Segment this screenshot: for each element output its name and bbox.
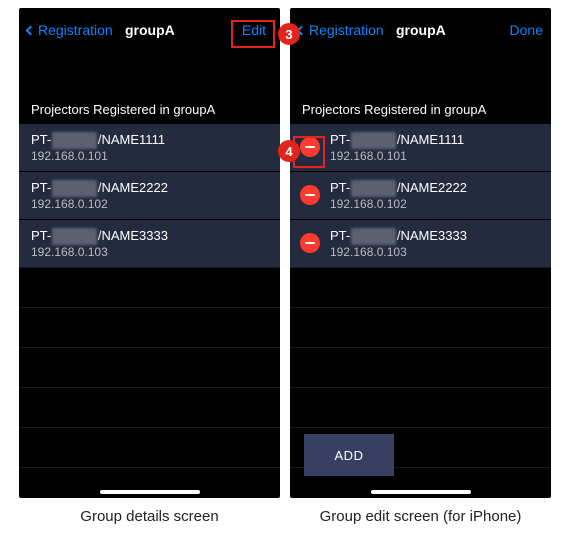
back-label: Registration <box>38 22 113 38</box>
list-item[interactable]: PT-RQ25K/NAME3333 192.168.0.103 <box>290 219 551 267</box>
annotation-4: 4 <box>278 140 300 162</box>
projector-name: PT-RQ25K/NAME3333 <box>31 228 168 245</box>
navbar: Registration groupA Edit <box>19 8 280 52</box>
group-edit-screen: Registration groupA Done Projectors Regi… <box>290 8 551 498</box>
navbar: Registration groupA Done <box>290 8 551 52</box>
chevron-left-icon <box>26 25 36 35</box>
projector-ip: 192.168.0.101 <box>31 149 165 163</box>
projector-name: PT-RQ25K/NAME2222 <box>330 180 467 197</box>
nav-title: groupA <box>113 22 187 38</box>
annotation-3: 3 <box>278 23 300 45</box>
section-header: Projectors Registered in groupA <box>290 94 551 123</box>
projector-name: PT-RQ25K/NAME2222 <box>31 180 168 197</box>
list-item[interactable]: PT-RQ25K/NAME1111 192.168.0.101 <box>290 123 551 171</box>
list-item[interactable]: PT-RQ25K/NAME2222 192.168.0.102 <box>19 171 280 219</box>
list-item[interactable]: PT-RQ25K/NAME3333 192.168.0.103 <box>19 219 280 267</box>
back-button[interactable]: Registration <box>298 22 384 38</box>
projector-name: PT-RQ25K/NAME3333 <box>330 228 467 245</box>
section-header: Projectors Registered in groupA <box>19 94 280 123</box>
projector-ip: 192.168.0.103 <box>330 245 467 259</box>
nav-title: groupA <box>384 22 458 38</box>
group-details-screen: Registration groupA Edit Projectors Regi… <box>19 8 280 498</box>
back-button[interactable]: Registration <box>27 22 113 38</box>
list-item[interactable]: PT-RQ25K/NAME1111 192.168.0.101 <box>19 123 280 171</box>
back-label: Registration <box>309 22 384 38</box>
projector-ip: 192.168.0.103 <box>31 245 168 259</box>
projector-ip: 192.168.0.102 <box>31 197 168 211</box>
projector-name: PT-RQ25K/NAME1111 <box>31 132 165 149</box>
caption-left: Group details screen <box>19 502 280 525</box>
projector-ip: 192.168.0.101 <box>330 149 464 163</box>
projector-ip: 192.168.0.102 <box>330 197 467 211</box>
add-label: ADD <box>335 448 364 463</box>
home-indicator <box>100 490 200 494</box>
add-button[interactable]: ADD <box>304 434 394 476</box>
delete-row-button[interactable] <box>300 137 320 157</box>
caption-right: Group edit screen (for iPhone) <box>290 502 551 525</box>
delete-row-button[interactable] <box>300 233 320 253</box>
delete-row-button[interactable] <box>300 185 320 205</box>
edit-button[interactable]: Edit <box>236 18 272 42</box>
home-indicator <box>371 490 471 494</box>
done-button[interactable]: Done <box>510 22 543 38</box>
projector-name: PT-RQ25K/NAME1111 <box>330 132 464 149</box>
list-item[interactable]: PT-RQ25K/NAME2222 192.168.0.102 <box>290 171 551 219</box>
